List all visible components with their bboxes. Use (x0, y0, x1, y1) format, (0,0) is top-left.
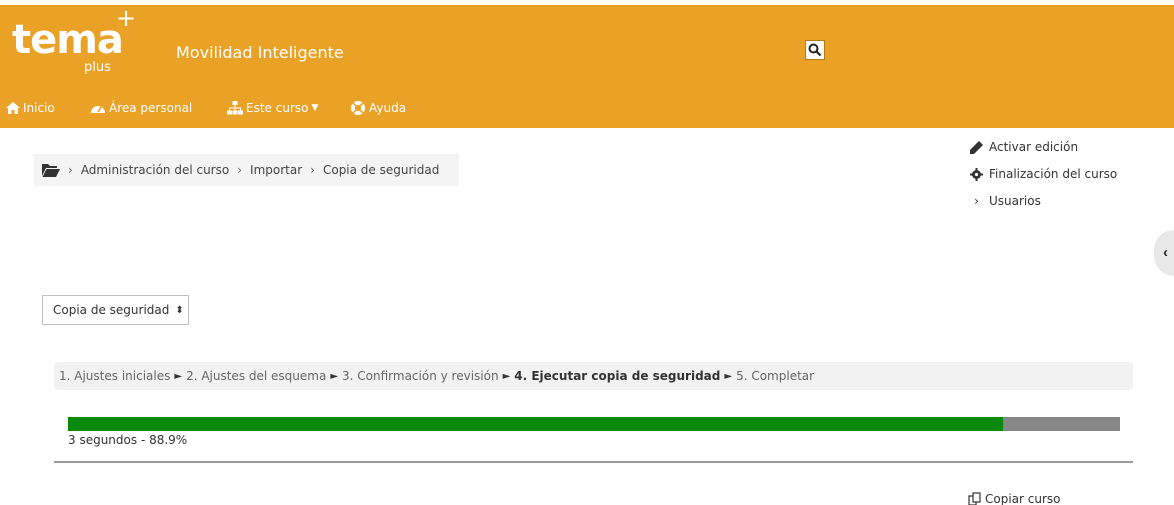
nav-home[interactable]: Inicio (6, 98, 55, 118)
step-3: 3. Confirmación y revisión (342, 369, 499, 383)
breadcrumb-item-course-admin[interactable]: Administración del curso (81, 163, 229, 177)
copy-icon (968, 492, 981, 505)
nav-home-label: Inicio (23, 101, 55, 115)
course-completion-label: Finalización del curso (989, 167, 1118, 181)
progress-bar (68, 417, 1120, 431)
turn-editing-on-label: Activar edición (989, 140, 1079, 154)
nav-this-course[interactable]: Este curso ▼ (227, 98, 318, 118)
turn-editing-on-link[interactable]: Activar edición (970, 140, 1078, 154)
users-link[interactable]: › Usuarios (970, 194, 1041, 208)
step-arrow-icon: ► (174, 370, 183, 382)
sitemap-icon (227, 101, 243, 115)
life-ring-icon (351, 101, 365, 115)
users-label: Usuarios (989, 194, 1041, 208)
backup-type-select[interactable]: Copia de seguridad ⬍ (42, 295, 189, 325)
caret-down-icon: ▼ (311, 103, 319, 113)
breadcrumb-separator: › (310, 163, 315, 177)
pencil-icon (970, 140, 983, 154)
step-arrow-icon: ► (502, 370, 511, 382)
logo-main-text: tema (12, 17, 124, 63)
breadcrumb-item-import[interactable]: Importar (250, 163, 302, 177)
breadcrumb-separator: › (68, 163, 73, 177)
site-name[interactable]: Movilidad Inteligente (176, 43, 344, 62)
gear-icon (970, 167, 983, 181)
nav-dashboard[interactable]: Área personal (90, 98, 192, 118)
course-completion-link[interactable]: Finalización del curso (970, 167, 1117, 181)
step-4-current: 4. Ejecutar copia de seguridad (514, 369, 721, 383)
nav-this-course-label: Este curso (246, 101, 309, 115)
chevron-right-icon: › (974, 194, 979, 208)
breadcrumb-item-backup[interactable]: Copia de seguridad (323, 163, 439, 177)
step-arrow-icon: ► (330, 370, 339, 382)
site-logo[interactable]: tema + plus (12, 6, 137, 78)
copy-course-label: Copiar curso (985, 492, 1061, 505)
drawer-toggle-button[interactable]: ‹ (1154, 230, 1174, 276)
search-button[interactable] (805, 40, 825, 60)
tachometer-icon (91, 106, 105, 113)
top-edge (0, 0, 1174, 5)
sort-icon: ⬍ (175, 304, 184, 316)
progress-bar-fill (68, 417, 1004, 431)
step-5: 5. Completar (736, 369, 815, 383)
chevron-left-icon: ‹ (1163, 244, 1168, 261)
nav-help[interactable]: Ayuda (350, 98, 406, 118)
backup-type-select-value: Copia de seguridad (53, 303, 170, 317)
folder-open-icon[interactable] (42, 163, 60, 177)
breadcrumb-separator: › (237, 163, 243, 177)
top-header: tema + plus Movilidad Inteligente Inicio… (0, 0, 1174, 128)
divider (54, 461, 1133, 463)
breadcrumb: › Administración del curso › Importar › … (34, 154, 459, 186)
search-icon (808, 43, 822, 57)
progress-label: 3 segundos - 88.9% (68, 433, 188, 447)
copy-course-link[interactable]: Copiar curso (968, 492, 1061, 505)
home-icon (6, 102, 20, 114)
step-1: 1. Ajustes iniciales (59, 369, 171, 383)
nav-help-label: Ayuda (369, 101, 407, 115)
backup-steps: 1. Ajustes iniciales ► 2. Ajustes del es… (54, 362, 1133, 390)
nav-dashboard-label: Área personal (109, 101, 193, 115)
step-2: 2. Ajustes del esquema (186, 369, 327, 383)
logo-sub-text: plus (84, 60, 111, 75)
step-arrow-icon: ► (724, 370, 733, 382)
logo-plus-sign: + (116, 4, 137, 32)
